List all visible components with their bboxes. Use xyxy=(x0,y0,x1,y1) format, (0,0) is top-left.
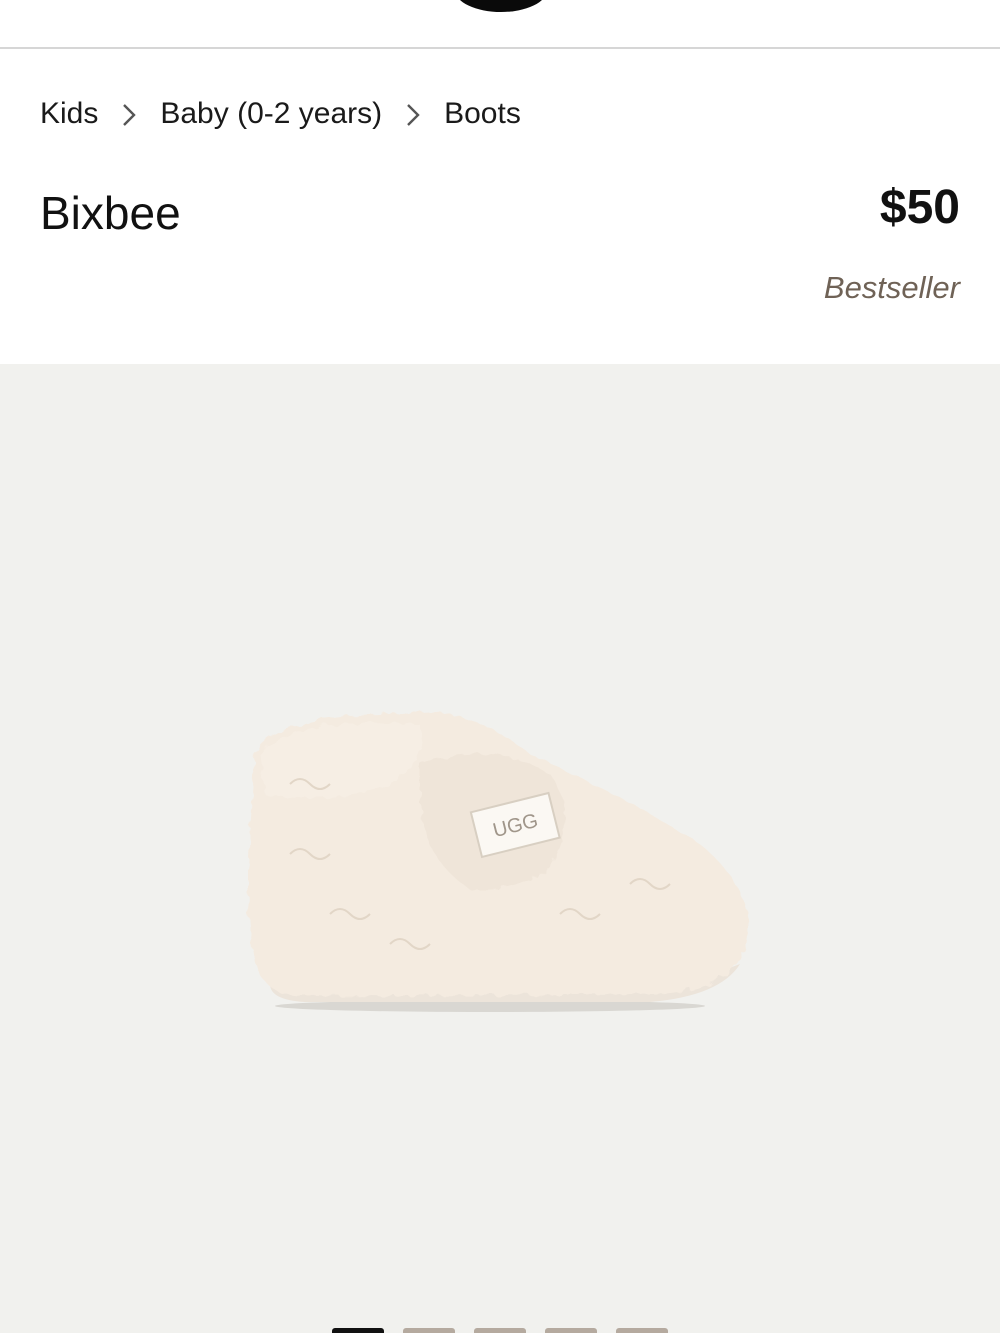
product-photo[interactable]: UGG xyxy=(230,694,770,1014)
chevron-right-icon xyxy=(98,97,160,131)
breadcrumb-item-kids[interactable]: Kids xyxy=(40,97,98,131)
carousel-dot[interactable] xyxy=(403,1328,455,1333)
breadcrumb-item-baby[interactable]: Baby (0-2 years) xyxy=(160,97,382,131)
product-price: $50 xyxy=(879,181,960,234)
breadcrumb-item-boots[interactable]: Boots xyxy=(444,97,521,131)
carousel-dot[interactable] xyxy=(474,1328,526,1333)
carousel-dot[interactable] xyxy=(545,1328,597,1333)
product-title: Bixbee xyxy=(40,187,181,239)
product-page: Kids Baby (0-2 years) Boots Bixbee $50 B… xyxy=(0,0,1000,1333)
carousel-dot[interactable] xyxy=(332,1328,384,1333)
breadcrumb: Kids Baby (0-2 years) Boots xyxy=(40,94,521,134)
chevron-right-icon xyxy=(382,97,444,131)
carousel-dot[interactable] xyxy=(616,1328,668,1333)
site-header xyxy=(0,0,1000,49)
product-gallery[interactable]: UGG xyxy=(0,364,1000,1333)
brand-logo-icon[interactable] xyxy=(455,0,547,12)
bestseller-badge: Bestseller xyxy=(823,270,960,305)
carousel-dots xyxy=(332,1328,668,1333)
